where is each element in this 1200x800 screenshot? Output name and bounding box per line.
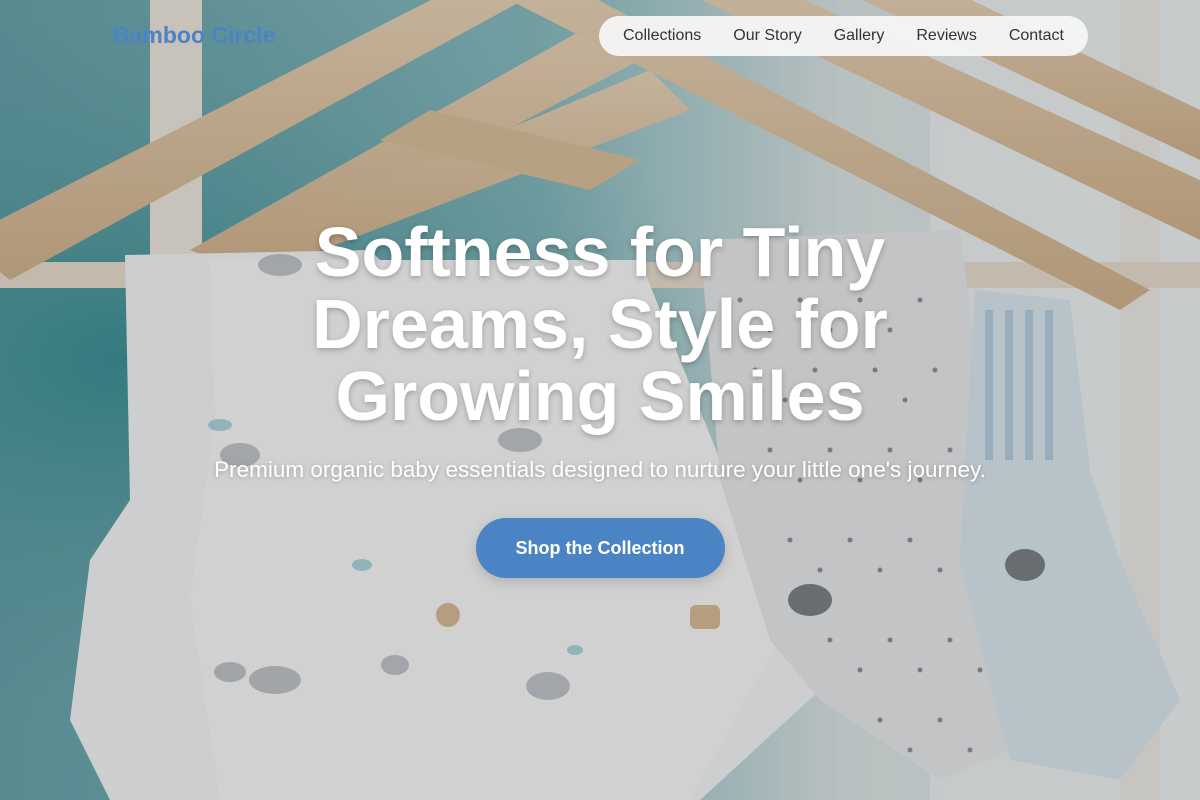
hero-title-line: Softness for Tiny bbox=[314, 213, 886, 291]
brand-logo[interactable]: Bamboo Circle bbox=[113, 22, 275, 49]
shop-collection-button[interactable]: Shop the Collection bbox=[475, 518, 725, 578]
nav-item-contact[interactable]: Contact bbox=[1009, 27, 1064, 45]
hero-section: Softness for Tiny Dreams, Style for Grow… bbox=[0, 216, 1200, 578]
main-nav: Collections Our Story Gallery Reviews Co… bbox=[599, 16, 1088, 56]
nav-item-collections[interactable]: Collections bbox=[623, 27, 701, 45]
site-header: Bamboo Circle Collections Our Story Gall… bbox=[0, 0, 1200, 72]
nav-item-gallery[interactable]: Gallery bbox=[834, 27, 885, 45]
hero-title: Softness for Tiny Dreams, Style for Grow… bbox=[250, 216, 950, 432]
nav-item-reviews[interactable]: Reviews bbox=[916, 27, 976, 45]
hero-subtitle: Premium organic baby essentials designed… bbox=[214, 457, 986, 482]
hero-title-line: Growing Smiles bbox=[335, 357, 865, 435]
nav-item-our-story[interactable]: Our Story bbox=[733, 27, 801, 45]
hero-title-line: Dreams, Style for bbox=[312, 285, 888, 363]
